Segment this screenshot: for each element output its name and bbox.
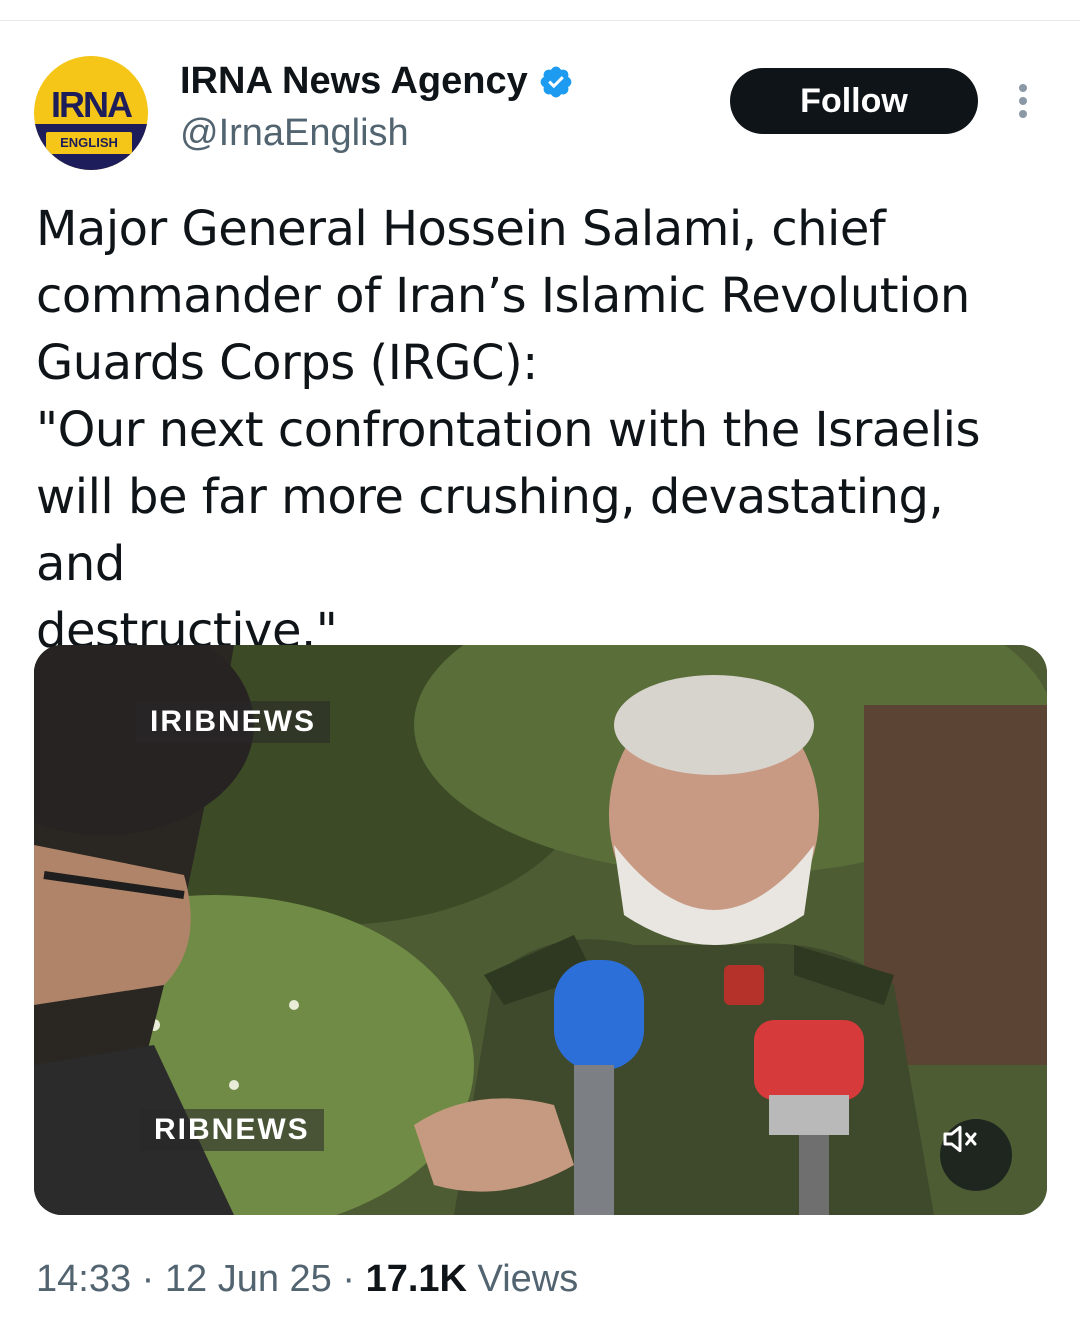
avatar-logo-sub: ENGLISH: [46, 132, 132, 154]
speaker-muted-icon: [943, 1125, 977, 1153]
tweet-date[interactable]: 12 Jun 25: [165, 1258, 332, 1301]
avatar[interactable]: IRNA ENGLISH: [34, 56, 148, 170]
tweet-time[interactable]: 14:33: [36, 1258, 131, 1301]
meta-separator: ·: [331, 1258, 366, 1300]
views-count[interactable]: 17.1K: [366, 1258, 467, 1301]
tweet-meta: 14:33 · 12 Jun 25 · 17.1K Views: [36, 1258, 578, 1301]
views-label: Views: [466, 1258, 579, 1300]
tweet-video[interactable]: IRIBNEWS RIBNEWS: [34, 645, 1047, 1215]
top-divider: [0, 20, 1080, 21]
more-options-icon[interactable]: [1012, 82, 1034, 120]
avatar-logo-band: ENGLISH: [34, 124, 148, 170]
display-name[interactable]: IRNA News Agency: [180, 60, 574, 103]
watermark-top: IRIBNEWS: [136, 701, 330, 743]
account-handle[interactable]: @IrnaEnglish: [180, 112, 409, 155]
tweet-text: Major General Hossein Salami, chief comm…: [36, 201, 981, 659]
avatar-logo-text: IRNA: [51, 84, 133, 125]
verified-badge-icon: [540, 66, 572, 97]
follow-button[interactable]: Follow: [730, 68, 978, 134]
mute-toggle-button[interactable]: [940, 1119, 1012, 1191]
watermark-bottom: RIBNEWS: [140, 1109, 324, 1151]
display-name-text[interactable]: IRNA News Agency: [180, 60, 528, 103]
meta-separator: ·: [131, 1258, 165, 1300]
